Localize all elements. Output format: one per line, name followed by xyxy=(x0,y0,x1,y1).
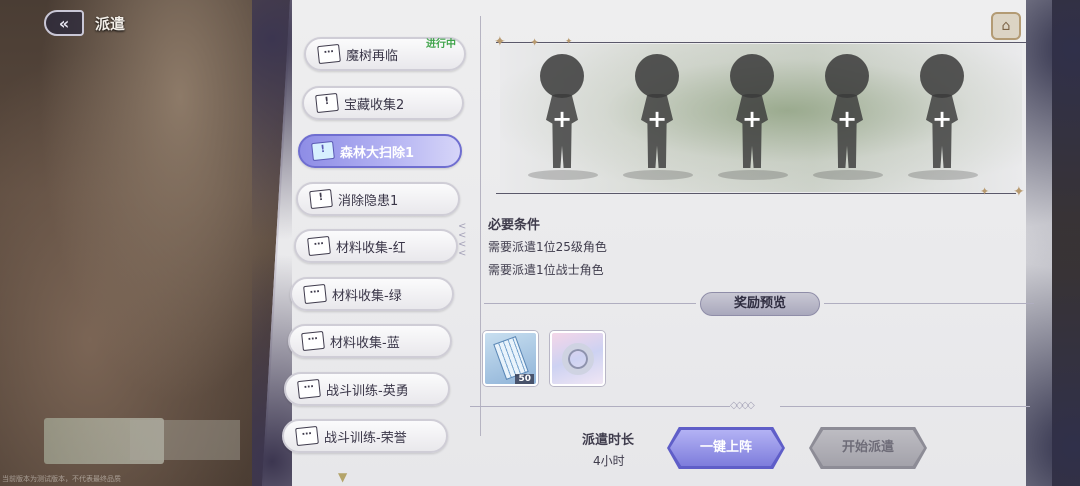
slot-shadow xyxy=(623,170,693,180)
auto-fill-button[interactable]: 一键上阵 xyxy=(670,430,782,466)
mission-label: 战斗训练-荣誉 xyxy=(324,430,407,446)
add-icon: + xyxy=(741,105,763,133)
mission-label: 材料收集-红 xyxy=(336,240,406,256)
scroll-icon: ⋯ xyxy=(303,283,327,305)
add-icon: + xyxy=(551,105,573,133)
requirement-item: 需要派遣1位25级角色 xyxy=(488,240,607,254)
section-divider xyxy=(824,303,1034,304)
scroll-icon: ! xyxy=(311,140,335,162)
duration-label: 派遣时长 xyxy=(582,433,635,448)
mission-label: 消除隐患1 xyxy=(338,193,399,209)
character-slot[interactable]: + xyxy=(906,50,978,180)
shop-icon[interactable]: ⌂ xyxy=(991,12,1021,40)
sparkle-icon: ✦ xyxy=(1013,184,1025,200)
character-slot[interactable]: + xyxy=(621,50,693,180)
scroll-icon: ! xyxy=(309,188,333,210)
reward-item[interactable] xyxy=(550,331,605,386)
sparkle-icon: ✦ xyxy=(565,37,573,47)
scroll-icon: ⋯ xyxy=(307,235,331,257)
scroll-icon: ⋯ xyxy=(297,378,321,400)
mission-item[interactable]: ! 消除隐患1 xyxy=(296,182,460,216)
section-divider xyxy=(470,406,730,407)
mission-item-selected[interactable]: ! 森林大扫除1 xyxy=(298,134,462,168)
slot-shadow xyxy=(718,170,788,180)
scroll-down-icon[interactable]: ▼ xyxy=(338,470,347,484)
back-arrow-icon: « xyxy=(58,13,70,33)
mission-item[interactable]: ! 宝藏收集2 xyxy=(302,86,464,120)
slot-shadow xyxy=(908,170,978,180)
silhouette-head xyxy=(635,54,679,98)
scroll-icon: ! xyxy=(315,92,339,114)
mission-label: 魔树再临 xyxy=(346,48,399,64)
section-divider xyxy=(780,406,1030,407)
reward-quantity: 50 xyxy=(515,374,534,384)
scroll-icon: ⋯ xyxy=(295,425,319,447)
mission-item[interactable]: ⋯ 材料收集-红 xyxy=(294,229,458,263)
stage-divider xyxy=(496,42,1028,43)
character-slot[interactable]: + xyxy=(811,50,883,180)
silhouette-head xyxy=(920,54,964,98)
slot-shadow xyxy=(813,170,883,180)
footer-note: 当前版本为测试版本，不代表最终品质 xyxy=(2,475,121,483)
duration-value: 4小时 xyxy=(593,454,625,468)
mission-label: 战斗训练-英勇 xyxy=(326,383,409,399)
requirement-item: 需要派遣1位战士角色 xyxy=(488,263,604,277)
ornament-right xyxy=(1026,0,1080,486)
ornament-left xyxy=(252,0,292,486)
add-icon: + xyxy=(836,105,858,133)
list-divider xyxy=(480,16,481,436)
start-dispatch-button[interactable]: 开始派遣 xyxy=(812,430,924,466)
section-divider xyxy=(484,303,696,304)
zigzag-ornament: < < < < xyxy=(458,221,467,259)
silhouette-head xyxy=(825,54,869,98)
in-progress-badge: 进行中 xyxy=(426,39,456,50)
stage-divider xyxy=(496,193,1016,194)
mission-label: 宝藏收集2 xyxy=(344,97,405,113)
mission-item[interactable]: ⋯ 材料收集-蓝 xyxy=(288,324,452,358)
divider-ornament: ◇◇◇◇ xyxy=(730,400,755,411)
silhouette-head xyxy=(540,54,584,98)
mission-item[interactable]: ⋯ 战斗训练-荣誉 xyxy=(282,419,448,453)
ring-icon xyxy=(562,343,594,375)
blurred-ui-panel xyxy=(130,420,240,460)
requirements-title: 必要条件 xyxy=(488,218,541,233)
back-button[interactable]: « xyxy=(44,10,84,36)
slot-shadow xyxy=(528,170,598,180)
page-title: 派遣 xyxy=(95,15,126,33)
mission-item[interactable]: ⋯ 材料收集-绿 xyxy=(290,277,454,311)
sparkle-icon: ✦ xyxy=(980,185,990,198)
scroll-icon: ⋯ xyxy=(317,43,341,65)
add-icon: + xyxy=(646,105,668,133)
add-icon: + xyxy=(931,105,953,133)
sparkle-icon: ✦ xyxy=(530,36,540,49)
reward-preview-banner: 奖励预览 xyxy=(700,292,820,316)
mission-label: 材料收集-绿 xyxy=(332,288,402,304)
mission-label: 材料收集-蓝 xyxy=(330,335,400,351)
character-slot[interactable]: + xyxy=(526,50,598,180)
scroll-icon: ⋯ xyxy=(301,330,325,352)
character-slot[interactable]: + xyxy=(716,50,788,180)
reward-item[interactable]: 50 xyxy=(483,331,538,386)
mission-label: 森林大扫除1 xyxy=(340,145,415,161)
mission-item[interactable]: ⋯ 战斗训练-英勇 xyxy=(284,372,450,406)
sparkle-icon: ✦ xyxy=(494,34,506,50)
silhouette-head xyxy=(730,54,774,98)
